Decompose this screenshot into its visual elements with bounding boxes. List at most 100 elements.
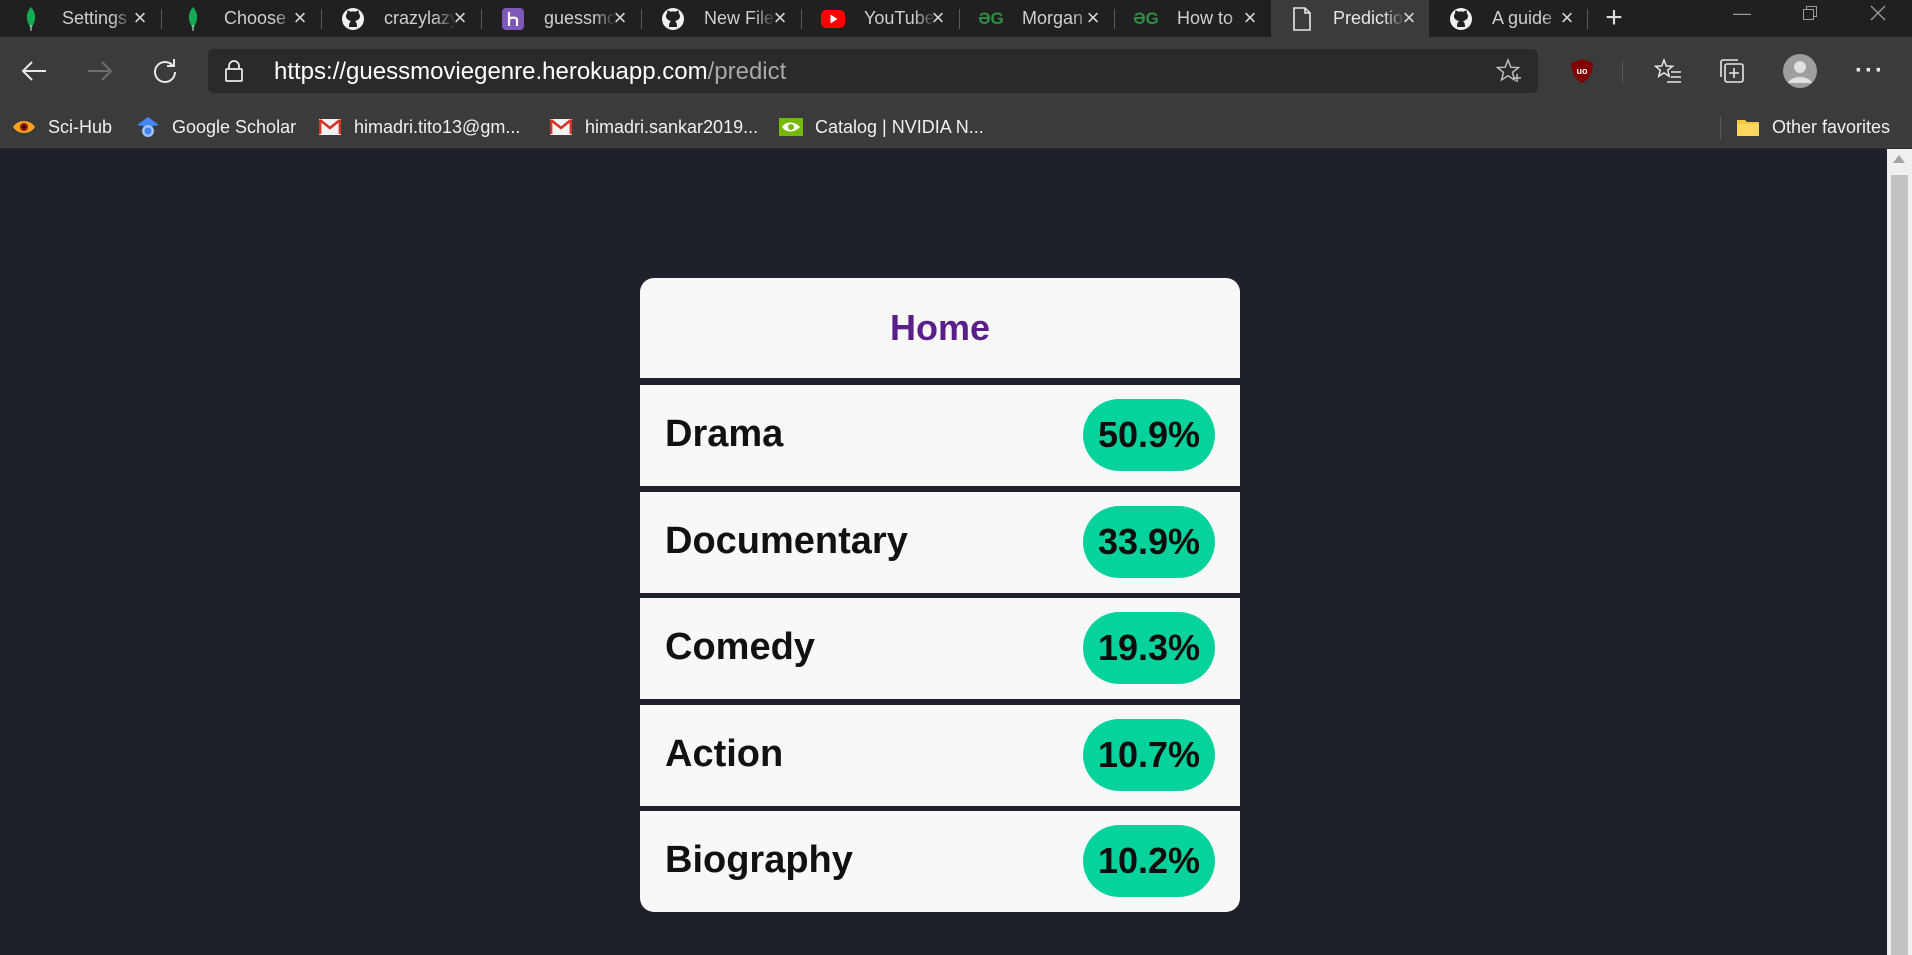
mongodb-leaf-icon [180, 6, 206, 32]
github-icon [340, 6, 366, 32]
favorites-list-icon [1654, 58, 1681, 83]
close-icon[interactable]: × [610, 7, 630, 29]
github-icon [660, 6, 686, 32]
tab-crazylazy[interactable]: crazylazy × [322, 0, 480, 37]
tab-strip: Settings × Choose × crazylazy × guessmov… [0, 0, 1912, 37]
navigation-bar: https://guessmoviegenre.herokuapp.com/pr… [0, 37, 1912, 105]
close-icon[interactable]: × [770, 7, 790, 29]
tab-morgan[interactable]: ƏG Morgan × [960, 0, 1113, 37]
tab-prediction[interactable]: Prediction × [1271, 0, 1429, 37]
folder-icon [1736, 115, 1760, 139]
prediction-row: Comedy 19.3% [640, 598, 1240, 699]
tab-new-file[interactable]: New File × [642, 0, 800, 37]
close-icon[interactable]: × [290, 7, 310, 29]
minimize-button[interactable]: — [1712, 0, 1772, 30]
prediction-row: Drama 50.9% [640, 385, 1240, 486]
percent-badge: 10.7% [1083, 719, 1215, 791]
close-icon[interactable]: × [928, 7, 948, 29]
ublock-origin-button[interactable]: uo [1562, 51, 1602, 91]
gmail-icon [318, 115, 342, 139]
google-scholar-icon [136, 115, 160, 139]
geeksforgeeks-icon: ƏG [978, 8, 1004, 28]
more-options-button[interactable]: ··· [1850, 51, 1890, 91]
favorite-gmail-tito[interactable]: himadri.tito13@gm... [318, 113, 520, 141]
address-bar[interactable]: https://guessmoviegenre.herokuapp.com/pr… [208, 49, 1538, 93]
tab-a-guide[interactable]: A guide × [1430, 0, 1587, 37]
other-favorites-label: Other favorites [1772, 116, 1891, 137]
percent-badge: 50.9% [1083, 399, 1215, 471]
nvidia-icon [779, 115, 803, 139]
percent-badge: 10.2% [1083, 825, 1215, 897]
tab-title: crazylazy [384, 8, 456, 28]
favorites-bar: Sci-Hub Google Scholar himadri.tito13@gm… [0, 105, 1912, 149]
gmail-icon [549, 115, 573, 139]
favorite-sci-hub[interactable]: Sci-Hub [12, 113, 112, 141]
back-button[interactable] [14, 51, 54, 91]
scroll-up-arrow-icon[interactable] [1893, 155, 1905, 163]
prediction-row: Documentary 33.9% [640, 492, 1240, 593]
close-icon[interactable]: × [450, 7, 470, 29]
genre-label: Biography [665, 839, 853, 881]
close-icon[interactable]: × [1240, 7, 1260, 29]
add-favorite-star-icon[interactable] [1495, 57, 1522, 89]
tab-choose[interactable]: Choose × [162, 0, 320, 37]
url-path: /predict [707, 58, 787, 85]
tab-title: guessmovie [544, 8, 616, 28]
tab-how-to[interactable]: ƏG How to × [1115, 0, 1270, 37]
favorite-label: Sci-Hub [48, 116, 113, 137]
refresh-button[interactable] [145, 51, 185, 91]
scrollbar-thumb[interactable] [1891, 175, 1908, 955]
tab-title: Prediction [1333, 8, 1405, 28]
genre-label: Action [665, 733, 784, 775]
geeksforgeeks-icon: ƏG [1133, 8, 1159, 28]
tab-guessmovie[interactable]: guessmovie × [482, 0, 640, 37]
genre-label: Comedy [665, 626, 815, 668]
restore-button[interactable] [1780, 0, 1840, 30]
other-favorites-folder[interactable]: Other favorites [1736, 113, 1890, 141]
prediction-row: Action 10.7% [640, 705, 1240, 806]
heroku-icon [500, 6, 526, 32]
refresh-icon [154, 59, 176, 83]
collections-button[interactable] [1712, 51, 1752, 91]
close-icon[interactable]: × [1399, 7, 1419, 29]
close-window-button[interactable] [1848, 0, 1908, 30]
new-tab-button[interactable]: + [1598, 2, 1630, 34]
close-icon[interactable]: × [1557, 7, 1577, 29]
tab-title: A guide [1492, 8, 1553, 28]
favorite-nvidia-catalog[interactable]: Catalog | NVIDIA N... [779, 113, 984, 141]
home-link[interactable]: Home [890, 307, 990, 349]
favorite-label: himadri.sankar2019... [585, 116, 759, 137]
url-text: https://guessmoviegenre.herokuapp.com/pr… [274, 58, 786, 86]
tab-title: Choose [224, 8, 287, 28]
favorite-label: Google Scholar [172, 116, 297, 137]
close-icon[interactable]: × [130, 7, 150, 29]
close-icon[interactable]: × [1083, 7, 1103, 29]
favorite-google-scholar[interactable]: Google Scholar [136, 113, 296, 141]
scihub-icon [12, 115, 36, 139]
tab-title: New File [704, 8, 775, 28]
prediction-row: Biography 10.2% [640, 811, 1240, 912]
favorite-label: himadri.tito13@gm... [354, 116, 521, 137]
percent-badge: 19.3% [1083, 612, 1215, 684]
favorites-button[interactable] [1648, 51, 1688, 91]
profile-button[interactable] [1780, 51, 1820, 91]
svg-text:uo: uo [1577, 66, 1588, 76]
page-icon [1289, 6, 1315, 32]
arrow-right-icon [88, 61, 113, 81]
forward-button[interactable] [80, 51, 120, 91]
genre-label: Documentary [665, 520, 908, 562]
github-icon [1448, 6, 1474, 32]
percent-badge: 33.9% [1083, 506, 1215, 578]
vertical-scrollbar[interactable] [1887, 149, 1912, 955]
lock-icon[interactable] [224, 59, 244, 88]
arrow-left-icon [21, 61, 46, 81]
favorite-label: Catalog | NVIDIA N... [815, 116, 984, 137]
mongodb-leaf-icon [18, 6, 44, 32]
youtube-icon [820, 6, 846, 32]
favorite-gmail-sankar[interactable]: himadri.sankar2019... [549, 113, 758, 141]
genre-label: Drama [665, 413, 784, 455]
tab-youtube[interactable]: YouTube × [802, 0, 958, 37]
home-link-card[interactable]: Home [640, 278, 1240, 378]
tab-title: YouTube [864, 8, 935, 28]
tab-settings[interactable]: Settings × [0, 0, 160, 37]
